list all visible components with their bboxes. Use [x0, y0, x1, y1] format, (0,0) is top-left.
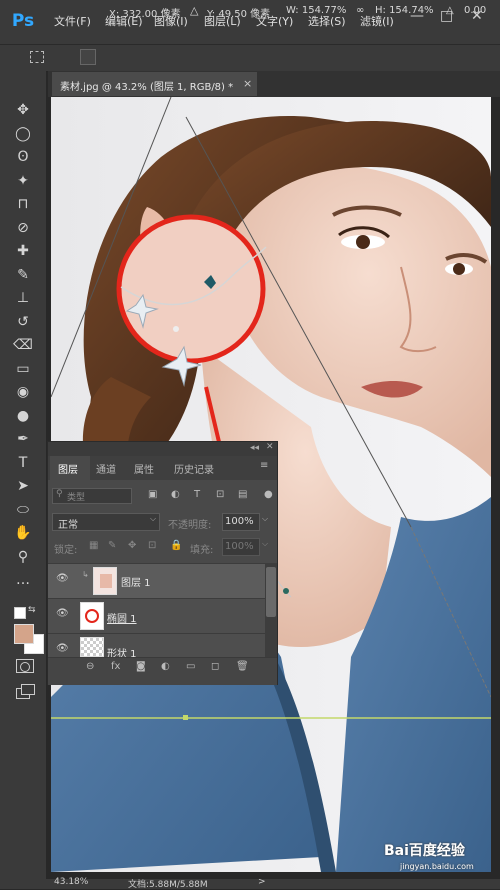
opacity-value: 100% [225, 516, 254, 527]
filter-toggle-icon[interactable]: ● [264, 489, 273, 500]
close-panel-icon[interactable]: ✕ [266, 442, 274, 452]
move-icon[interactable]: ✥ [12, 100, 34, 120]
type-icon[interactable]: T [12, 453, 34, 473]
lock-label: 锁定: [54, 545, 78, 556]
eye-icon[interactable]: 👁 [56, 643, 69, 654]
blur-icon[interactable]: ◉ [12, 382, 34, 402]
layer-filter-label: 类型 [67, 493, 86, 503]
default-colors-icon[interactable] [14, 607, 26, 619]
eraser-icon[interactable]: ⌫ [12, 335, 34, 355]
blend-mode-value: 正常 [58, 520, 78, 531]
tab-channels[interactable]: 通道 [96, 461, 116, 476]
opacity-chevron-icon[interactable]: ⌵ [262, 514, 268, 524]
trash-icon[interactable]: 🗑 [236, 661, 249, 672]
tab-properties[interactable]: 属性 [134, 461, 154, 476]
tab-history[interactable]: 历史记录 [174, 461, 214, 476]
quick-mask-icon[interactable] [16, 659, 34, 673]
y-field[interactable]: Y: 49.50 像素 [207, 5, 270, 20]
crop-icon[interactable]: ⊓ [12, 194, 34, 214]
link-icon[interactable]: ∞ [356, 5, 364, 16]
eyedropper-icon[interactable]: ⊘ [12, 218, 34, 238]
photoshop-logo: Ps [11, 11, 35, 31]
document-tab-close[interactable]: × [243, 77, 252, 90]
history-brush-icon[interactable]: ↺ [12, 312, 34, 332]
zoom-icon[interactable]: ⚲ [12, 547, 34, 567]
lock-position-icon[interactable]: ✥ [128, 540, 136, 551]
swap-colors-icon[interactable]: ⇆ [28, 605, 36, 615]
magic-wand-icon[interactable]: ✦ [12, 171, 34, 191]
h-field[interactable]: H: 154.74% [375, 5, 434, 16]
lock-all-icon[interactable]: 🔒 [170, 540, 182, 551]
filter-shape-icon[interactable]: ⊡ [216, 489, 224, 500]
foreground-color-swatch[interactable] [14, 624, 34, 644]
layers-scrollbar-thumb[interactable] [266, 567, 276, 617]
path-select-icon[interactable]: ➤ [12, 476, 34, 496]
watermark-url: jingyan.baidu.com [400, 862, 474, 871]
brush-icon[interactable]: ✎ [12, 265, 34, 285]
watermark-brand: Bai百度经验 [384, 843, 465, 859]
layer-name[interactable]: 椭圆 1 [107, 610, 137, 625]
lock-pixels-icon[interactable]: ✎ [108, 540, 116, 551]
fill-chevron-icon[interactable]: ⌵ [262, 539, 268, 549]
folder-icon[interactable]: ▭ [186, 661, 195, 672]
pen-icon[interactable]: ✒ [12, 429, 34, 449]
transform-icon [30, 51, 44, 63]
clip-arrow-icon: ↳ [82, 570, 89, 579]
rotate-icon: △ [446, 5, 454, 16]
layer-thumbnail [93, 567, 117, 595]
rotation-field[interactable]: 0.00 [464, 5, 486, 16]
tab-layers[interactable]: 图层 [58, 461, 78, 476]
shape-icon[interactable]: ⬭ [12, 500, 34, 520]
toolbar [0, 71, 46, 879]
eye-icon[interactable]: 👁 [56, 573, 69, 584]
fx-icon[interactable]: fx [111, 661, 120, 672]
eye-icon[interactable]: 👁 [56, 608, 69, 619]
x-field[interactable]: X: 332.00 像素 [109, 5, 181, 20]
chevron-down-icon: ⌵ [150, 514, 157, 523]
layer-thumbnail [80, 602, 104, 630]
opacity-label: 不透明度: [168, 520, 212, 531]
panel-menu-icon[interactable]: ≡ [260, 460, 268, 471]
fill-label: 填充: [190, 545, 214, 556]
link-icon[interactable]: ⊖ [86, 661, 94, 672]
collapse-panel-icon[interactable]: ◂◂ [250, 443, 259, 453]
lock-artboard-icon[interactable]: ⊡ [148, 540, 156, 551]
new-layer-icon[interactable]: ◻ [211, 661, 219, 672]
layer-name[interactable]: 图层 1 [121, 574, 151, 589]
dodge-icon[interactable]: ● [12, 406, 34, 426]
lasso-icon[interactable]: ʘ [12, 147, 34, 167]
filter-type-icon[interactable]: T [194, 489, 200, 500]
stamp-icon[interactable]: ⊥ [12, 288, 34, 308]
delta-icon: △ [190, 4, 199, 17]
reference-point-icon[interactable] [80, 49, 96, 65]
layers-panel-header [48, 442, 277, 456]
zoom-level[interactable]: 43.18% [54, 877, 88, 887]
fill-value: 100% [225, 541, 254, 552]
menu-file[interactable]: 文件(F) [54, 13, 91, 29]
marquee-icon[interactable]: ◯ [12, 124, 34, 144]
hand-icon[interactable]: ✋ [12, 523, 34, 543]
document-tab-label: 素材.jpg @ 43.2% (图层 1, RGB/8) * [60, 82, 234, 93]
document-size: 文档:5.88M/5.88M [128, 880, 208, 890]
layer-row-1[interactable] [48, 563, 265, 598]
adjustment-icon[interactable]: ◐ [161, 661, 170, 672]
layer-thumbnail [80, 637, 104, 657]
filter-smart-icon[interactable]: ▤ [238, 489, 247, 500]
lock-transparent-icon[interactable]: ▦ [89, 540, 98, 551]
screen-mode-icon[interactable] [16, 684, 35, 699]
filter-pixel-icon[interactable]: ▣ [148, 489, 157, 500]
healing-icon[interactable]: ✚ [12, 241, 34, 261]
filter-adjust-icon[interactable]: ◐ [171, 489, 180, 500]
gradient-icon[interactable]: ▭ [12, 359, 34, 379]
status-arrow-icon[interactable]: > [258, 877, 266, 887]
layer-filter-dropdown[interactable] [52, 488, 132, 504]
search-icon: ⚲ [56, 489, 63, 499]
mask-icon[interactable]: ◙ [136, 661, 146, 672]
more-icon[interactable]: … [12, 570, 34, 590]
options-bar [0, 44, 500, 72]
w-field[interactable]: W: 154.77% [286, 5, 346, 16]
